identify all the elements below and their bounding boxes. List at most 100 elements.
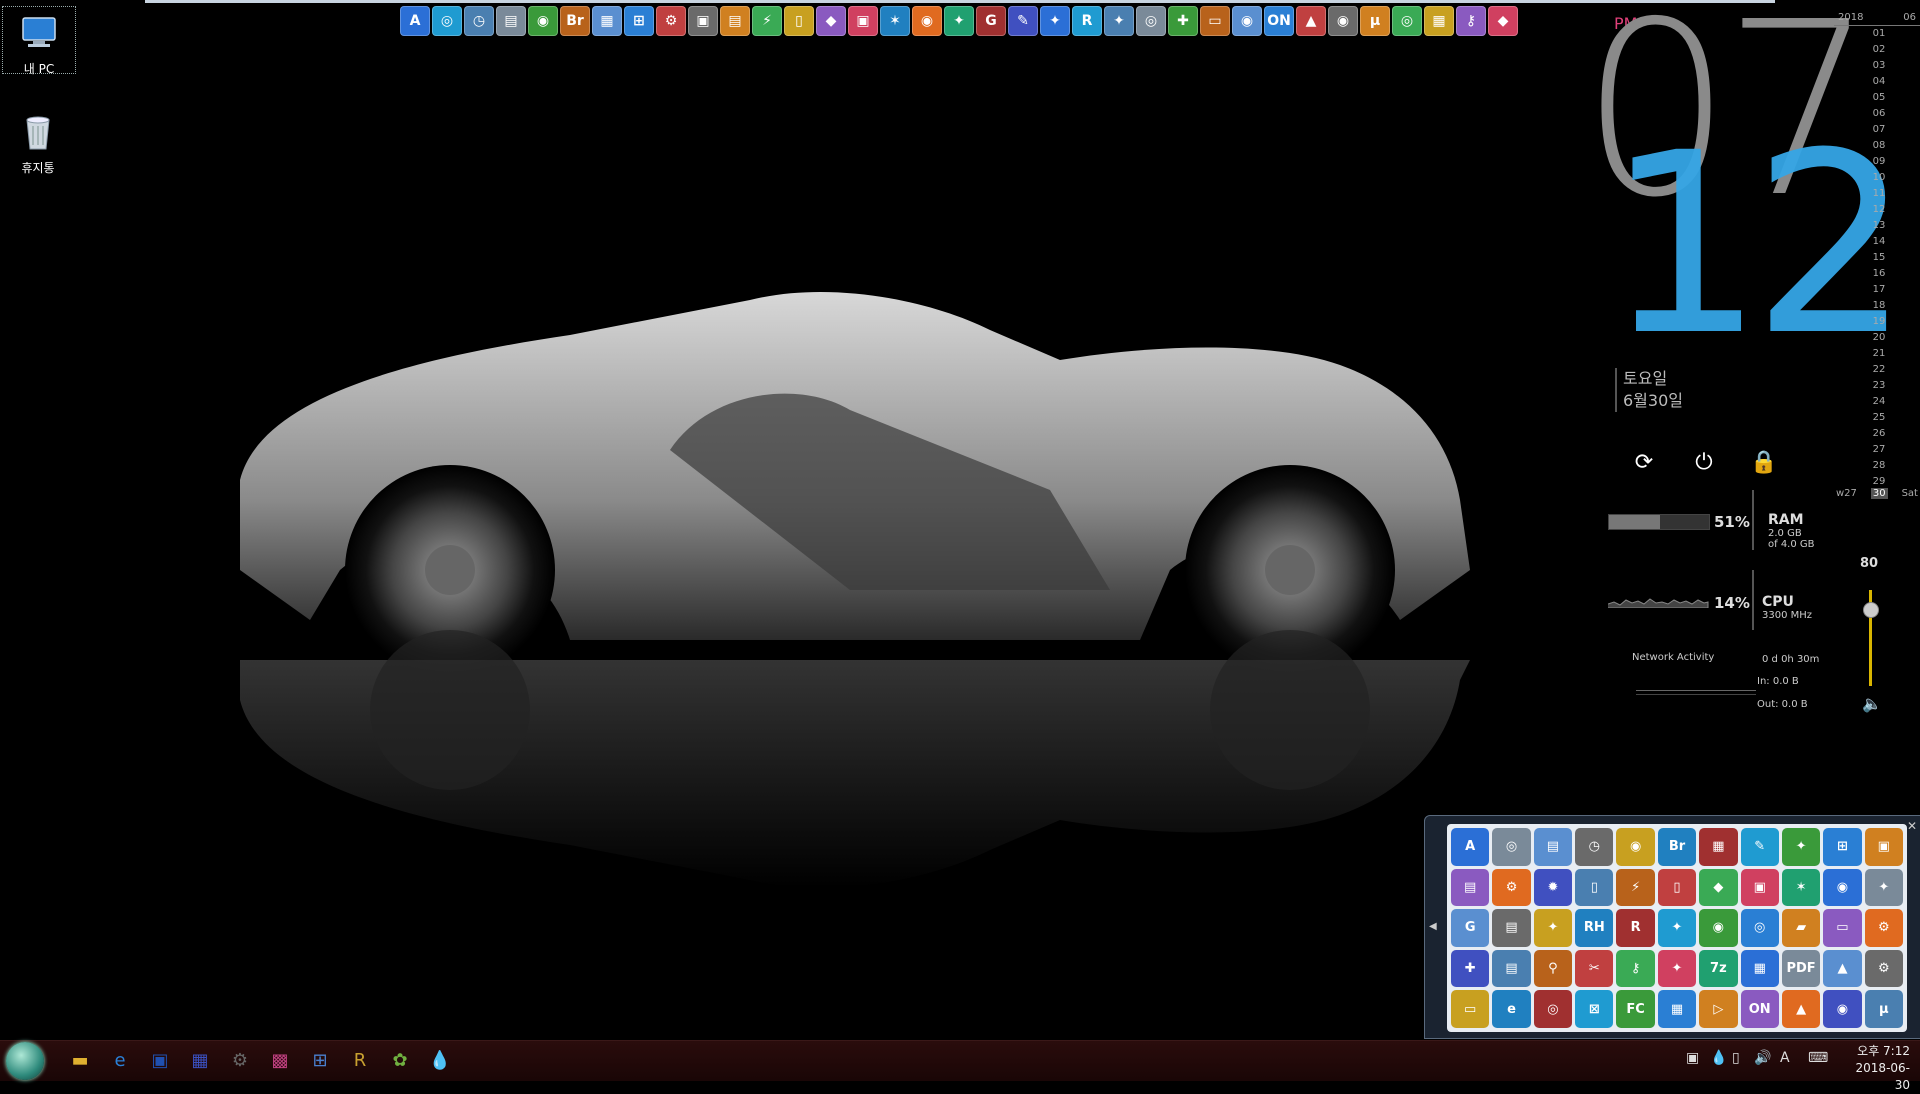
tray-app-icon[interactable]: FC [1616,990,1655,1028]
dock-app-icon[interactable]: ◉ [1328,6,1358,36]
calendar-day[interactable]: 16 [1864,266,1894,282]
dock-app-icon[interactable]: ◉ [1232,6,1262,36]
dock-app-icon[interactable]: ▤ [720,6,750,36]
lock-button[interactable]: 🔒 [1749,448,1779,478]
tray-app-icon[interactable]: ▣ [1686,1050,1699,1066]
calendar-day[interactable]: 17 [1864,282,1894,298]
restart-button[interactable]: ⟳ [1629,448,1659,478]
calendar-today[interactable]: 30 [1870,488,1888,499]
tray-app-icon[interactable]: ✦ [1657,949,1697,988]
calendar-day[interactable]: 01 [1864,26,1894,42]
desktop-icon-my-pc[interactable]: 내 PC [2,6,76,76]
tray-app-icon[interactable]: ▷ [1699,990,1738,1028]
gear-app-icon[interactable]: ⚙ [226,1046,254,1074]
dock-app-icon[interactable]: ▦ [1424,6,1454,36]
desktop-icon-recycle-bin[interactable]: 휴지통 [2,106,74,175]
folder-icon[interactable]: ▬ [66,1046,94,1074]
dock-app-icon[interactable]: ▲ [1296,6,1326,36]
dock-app-icon[interactable]: ✦ [1040,6,1070,36]
calendar-day[interactable]: 08 [1864,138,1894,154]
calendar-day[interactable]: 27 [1864,442,1894,458]
dock-app-icon[interactable]: G [976,6,1006,36]
tray-app-icon[interactable]: ◎ [1740,909,1779,947]
tray-app-icon[interactable]: ▯ [1575,868,1614,907]
tray-app-icon[interactable]: 7z [1699,949,1738,988]
tray-app-icon[interactable]: ⊞ [1823,828,1862,866]
tray-app-icon[interactable]: μ [1864,990,1903,1028]
dock-app-icon[interactable]: ◆ [1488,6,1518,36]
calendar-day[interactable]: 23 [1864,378,1894,394]
tray-app-icon[interactable]: ◷ [1575,828,1614,866]
dock-app-icon[interactable]: ◎ [1136,6,1166,36]
calendar-day[interactable]: 18 [1864,298,1894,314]
calendar-day[interactable]: 14 [1864,234,1894,250]
calendar-day[interactable]: 24 [1864,394,1894,410]
tray-app-icon[interactable]: Br [1657,828,1697,866]
tray-app-icon[interactable]: R [1616,909,1655,947]
tray-app-icon[interactable]: ▦ [1657,990,1697,1028]
dock-app-icon[interactable]: ⚙ [656,6,686,36]
tray-app-icon[interactable]: G [1451,909,1490,947]
dock-app-icon[interactable]: ▣ [848,6,878,36]
calendar-day[interactable]: 25 [1864,410,1894,426]
tray-app-icon[interactable]: ✹ [1533,868,1573,907]
dock-app-icon[interactable]: ✚ [1168,6,1198,36]
dock-app-icon[interactable]: ▣ [688,6,718,36]
tray-app-icon[interactable]: ▣ [1740,868,1779,907]
calendar-day[interactable]: 28 [1864,458,1894,474]
shutdown-button[interactable]: ⏻ [1689,448,1719,478]
tray-app-icon[interactable]: RH [1575,909,1614,947]
calendar-day[interactable]: 07 [1864,122,1894,138]
start-button[interactable] [6,1042,44,1080]
tray-app-icon[interactable]: ⚙ [1864,949,1903,988]
dock-app-icon[interactable]: ▯ [784,6,814,36]
tray-app-icon[interactable]: ✦ [1864,868,1903,907]
calendar-day[interactable]: 19 [1864,314,1894,330]
r-app-icon[interactable]: R [346,1046,374,1074]
taskbar-clock[interactable]: 오후 7:12 2018-06-30 [1842,1043,1910,1094]
tray-app-icon[interactable]: e [1492,990,1531,1028]
dock-app-icon[interactable]: Br [560,6,590,36]
dock-app-icon[interactable]: ◷ [464,6,494,36]
tray-app-icon[interactable]: ✦ [1781,828,1821,866]
tray-app-icon[interactable]: ▭ [1823,909,1862,947]
dock-app-icon[interactable]: ▭ [1200,6,1230,36]
calendar-day[interactable]: 04 [1864,74,1894,90]
calendar-day[interactable]: 13 [1864,218,1894,234]
dock-app-icon[interactable]: ON [1264,6,1294,36]
tray-app-icon[interactable]: ▤ [1451,868,1490,907]
calendar-day[interactable]: 26 [1864,426,1894,442]
tray-app-icon[interactable]: ◉ [1823,990,1862,1028]
calendar-day[interactable]: 11 [1864,186,1894,202]
calendar-day[interactable]: 03 [1864,58,1894,74]
leaf-icon[interactable]: ✿ [386,1046,414,1074]
tray-app-icon[interactable]: ▤ [1492,909,1531,947]
tray-app-icon[interactable]: ▤ [1533,828,1573,866]
tray-app-icon[interactable]: ✂ [1575,949,1614,988]
tray-app-icon[interactable]: ◎ [1533,990,1573,1028]
calendar-day[interactable]: 02 [1864,42,1894,58]
calendar-day[interactable]: 10 [1864,170,1894,186]
tray-app-icon[interactable]: ⚷ [1616,949,1655,988]
calendar-day[interactable]: 12 [1864,202,1894,218]
drop-icon[interactable]: 💧 [426,1046,454,1074]
tray-app-icon[interactable]: ✦ [1657,909,1697,947]
dock-app-icon[interactable]: ◎ [1392,6,1422,36]
tray-app-icon[interactable]: ▤ [1492,949,1531,988]
tray-app-icon[interactable]: ◉ [1616,828,1655,866]
dock-app-icon[interactable]: ⚷ [1456,6,1486,36]
dock-app-icon[interactable]: ✶ [880,6,910,36]
tray-app-icon[interactable]: PDF [1781,949,1821,988]
usb-icon[interactable]: ▯ [1732,1050,1740,1066]
tray-app-icon[interactable]: A [1451,828,1490,866]
tray-app-icon[interactable]: ◆ [1699,868,1738,907]
tray-app-icon[interactable]: ✎ [1740,828,1779,866]
dock-app-icon[interactable]: ⊞ [624,6,654,36]
grid-app-icon[interactable]: ▦ [186,1046,214,1074]
dock-app-icon[interactable]: ▦ [592,6,622,36]
tray-app-icon[interactable]: ⚙ [1864,909,1903,947]
calendar-day[interactable]: 06 [1864,106,1894,122]
tray-app-icon[interactable]: ▯ [1657,868,1697,907]
dock-app-icon[interactable]: ⚡ [752,6,782,36]
dock-app-icon[interactable]: ✎ [1008,6,1038,36]
